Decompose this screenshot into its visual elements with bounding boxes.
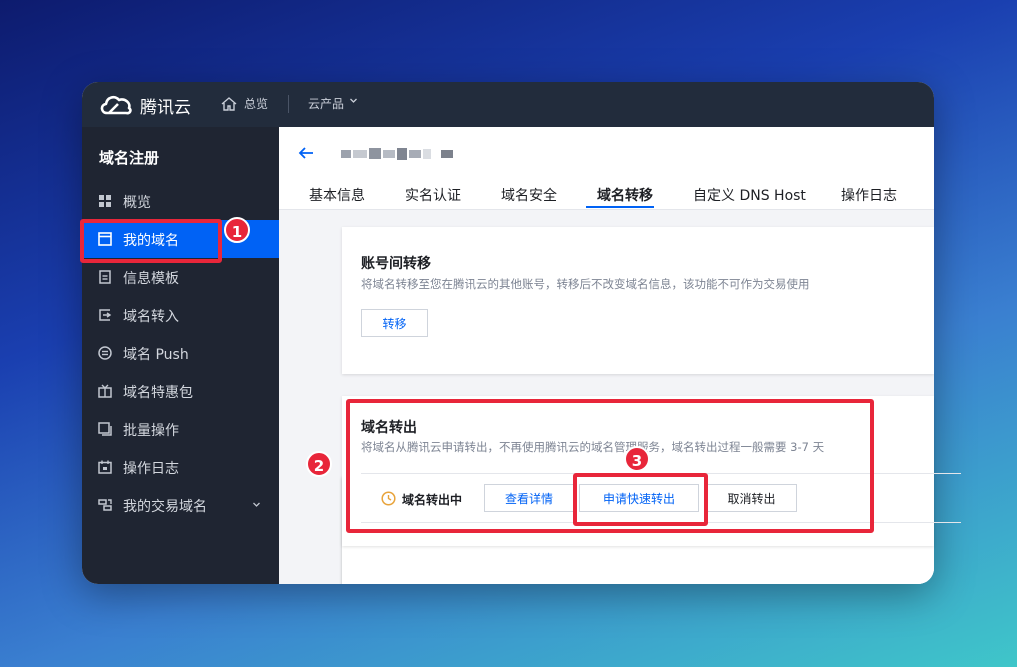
trade-icon (98, 499, 112, 511)
home-icon[interactable] (220, 95, 238, 113)
tab-domain-security[interactable]: 域名安全 (501, 185, 557, 205)
tab-domain-transfer[interactable]: 域名转移 (597, 185, 653, 205)
sidebar-item-label: 信息模板 (123, 271, 179, 287)
sidebar-item-label: 我的交易域名 (123, 499, 207, 515)
brand-name[interactable]: 腾讯云 (140, 93, 191, 118)
sidebar-item-label: 域名特惠包 (123, 385, 193, 401)
sidebar-item-trade-domains[interactable]: 我的交易域名 (82, 486, 279, 524)
batch-icon (98, 422, 112, 436)
sidebar-item-push[interactable]: 域名 Push (82, 334, 279, 372)
sidebar-item-operation-log[interactable]: 操作日志 (82, 448, 279, 486)
card-title: 账号间转移 (361, 256, 431, 272)
chevron-down-icon[interactable] (349, 96, 358, 105)
highlight-box-my-domains (80, 219, 222, 263)
tab-basic-info[interactable]: 基本信息 (309, 185, 365, 205)
step-badge-1: 1 (224, 217, 250, 243)
chevron-down-icon[interactable] (252, 500, 261, 509)
card-description: 将域名转移至您在腾讯云的其他账号，转移后不改变域名信息，该功能不可作为交易使用 (361, 277, 810, 291)
sidebar-item-transfer-in[interactable]: 域名转入 (82, 296, 279, 334)
gift-icon (98, 384, 112, 398)
blurred-domain-name (341, 148, 453, 160)
sidebar-item-label: 概览 (123, 195, 151, 211)
tab-custom-dns-host[interactable]: 自定义 DNS Host (693, 185, 806, 205)
cloud-logo-icon[interactable] (98, 91, 134, 117)
sidebar-item-special-offers[interactable]: 域名特惠包 (82, 372, 279, 410)
nav-products-menu[interactable]: 云产品 (308, 95, 344, 112)
step-badge-3: 3 (624, 446, 650, 472)
transfer-button[interactable]: 转移 (361, 309, 428, 337)
sidebar: 域名注册 概览 我的域名 信息模板 域名转入 域名 Push 域名特惠包 批量操… (82, 127, 279, 584)
transfer-between-accounts-card: 账号间转移 将域名转移至您在腾讯云的其他账号，转移后不改变域名信息，该功能不可作… (342, 227, 934, 374)
top-nav-bar: 腾讯云 总览 云产品 (82, 82, 934, 127)
grid-icon (99, 195, 111, 207)
highlight-box-fast-transfer (573, 473, 708, 526)
document-icon (99, 270, 111, 284)
sidebar-title: 域名注册 (99, 149, 160, 167)
tab-operation-log[interactable]: 操作日志 (841, 185, 897, 205)
sidebar-item-overview[interactable]: 概览 (82, 182, 279, 220)
sidebar-item-info-templates[interactable]: 信息模板 (82, 258, 279, 296)
sidebar-item-label: 操作日志 (123, 461, 179, 477)
sidebar-item-label: 域名转入 (123, 309, 179, 325)
transfer-in-icon (99, 309, 112, 321)
push-icon (98, 346, 112, 360)
sidebar-item-batch-operations[interactable]: 批量操作 (82, 410, 279, 448)
nav-overview-link[interactable]: 总览 (244, 95, 268, 112)
sidebar-item-label: 批量操作 (123, 423, 179, 439)
calendar-icon (98, 460, 112, 474)
detail-header: 基本信息 实名认证 域名安全 域名转移 自定义 DNS Host 操作日志 (279, 127, 934, 210)
active-tab-indicator (586, 206, 654, 208)
tab-real-name[interactable]: 实名认证 (405, 185, 461, 205)
step-badge-2: 2 (306, 451, 332, 477)
nav-divider (288, 95, 289, 113)
back-arrow-icon[interactable] (297, 145, 315, 161)
sidebar-item-label: 域名 Push (123, 347, 189, 363)
